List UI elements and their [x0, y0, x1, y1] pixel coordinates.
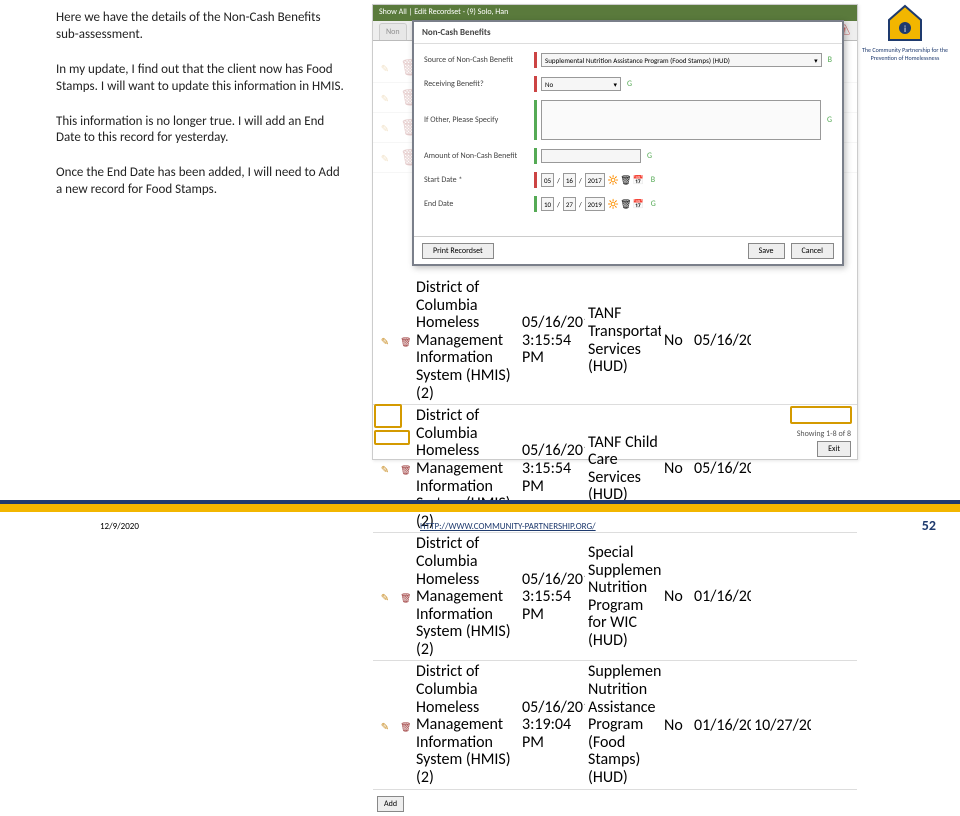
cell-receiving: No	[661, 329, 691, 352]
enddate-input[interactable]: 10/ 27/ 2019	[541, 197, 605, 211]
history-icon[interactable]: G	[647, 151, 652, 161]
showing-label: Showing 1-8 of 8	[797, 429, 851, 439]
delete-icon[interactable]: 🗑	[397, 714, 413, 737]
cell-datetime: 05/16/2017 3:15:54 PM	[519, 312, 585, 369]
history-icon[interactable]: B	[828, 55, 832, 65]
history-icon[interactable]: B	[651, 175, 655, 185]
dialog-title: Non-Cash Benefits	[414, 22, 842, 44]
add-button[interactable]: Add	[377, 796, 404, 812]
para-1: Here we have the details of the Non-Cash…	[56, 10, 346, 44]
amount-input[interactable]	[541, 149, 641, 163]
delete-icon[interactable]: 🗑	[397, 585, 413, 608]
label-enddate: End Date	[424, 200, 534, 209]
label-source: Source of Non-Cash Benefit	[424, 56, 534, 65]
startdate-input[interactable]: 05/ 16/ 2017	[541, 173, 605, 187]
cell-enddate-highlight: 10/27/2019	[751, 714, 811, 737]
cell-provider: District of Columbia Homeless Management…	[413, 277, 519, 404]
table-row: ✎ 🗑 District of Columbia Homeless Manage…	[373, 533, 857, 661]
table-row: ✎ 🗑 District of Columbia Homeless Manage…	[373, 277, 857, 405]
para-3: This information is no longer true. I wi…	[56, 114, 346, 148]
calendar-icon[interactable]: 🔆🗑📅	[608, 199, 645, 210]
delete-icon[interactable]: 🗑	[397, 329, 413, 352]
delete-icon[interactable]: 🗑	[397, 457, 413, 480]
history-icon[interactable]: G	[627, 79, 632, 89]
tab-behind[interactable]: Non	[379, 23, 407, 40]
edit-icon[interactable]: ✎	[373, 585, 397, 608]
app-title: Show All | Edit Recordset - (9) Solo, Ha…	[379, 7, 508, 19]
footer-url[interactable]: HTTP://WWW.COMMUNITY-PARTNERSHIP.ORG/	[420, 521, 596, 532]
house-icon: i	[885, 4, 925, 44]
source-select[interactable]: Supplemental Nutrition Assistance Progra…	[541, 53, 822, 67]
para-2: In my update, I find out that the client…	[56, 62, 346, 96]
table-row: ✎ 🗑 District of Columbia Homeless Manage…	[373, 405, 857, 533]
table-row: ✎ 🗑 District of Columbia Homeless Manage…	[373, 661, 857, 789]
receiving-select[interactable]: No▾	[541, 77, 621, 91]
edit-icon[interactable]: ✎	[373, 714, 397, 737]
edit-dialog: Non-Cash Benefits Source of Non-Cash Ben…	[412, 20, 844, 266]
history-icon[interactable]: G	[827, 115, 832, 125]
edit-icon[interactable]: ✎	[373, 329, 397, 352]
svg-text:i: i	[904, 24, 906, 35]
exit-button[interactable]: Exit	[817, 441, 851, 457]
cancel-button[interactable]: Cancel	[791, 243, 835, 259]
cell-date: 05/16/2017	[691, 329, 751, 352]
cell-source: TANF Transportation Services (HUD)	[585, 303, 661, 377]
print-button[interactable]: Print Recordset	[422, 243, 494, 259]
history-icon[interactable]: G	[651, 199, 656, 209]
footer-date: 12/9/2020	[100, 521, 139, 532]
app-header: Show All | Edit Recordset - (9) Solo, Ha…	[373, 5, 857, 21]
calendar-icon[interactable]: 🔆🗑📅	[608, 175, 645, 186]
cell-enddate	[751, 339, 811, 343]
narration-column: Here we have the details of the Non-Cash…	[56, 10, 346, 217]
logo-caption: The Community Partnership for the Preven…	[860, 46, 950, 62]
para-4: Once the End Date has been added, I will…	[56, 165, 346, 199]
label-amount: Amount of Non-Cash Benefit	[424, 152, 534, 161]
ifother-textarea[interactable]	[541, 100, 821, 140]
label-ifother: If Other, Please Specify	[424, 116, 534, 125]
footer-bar	[0, 500, 960, 512]
label-receiving: Receiving Benefit?	[424, 80, 534, 89]
org-logo: i The Community Partnership for the Prev…	[860, 4, 950, 62]
save-button[interactable]: Save	[748, 243, 785, 259]
label-startdate: Start Date *	[424, 176, 534, 185]
edit-icon[interactable]: ✎	[373, 457, 397, 480]
page-number: 52	[922, 517, 936, 534]
